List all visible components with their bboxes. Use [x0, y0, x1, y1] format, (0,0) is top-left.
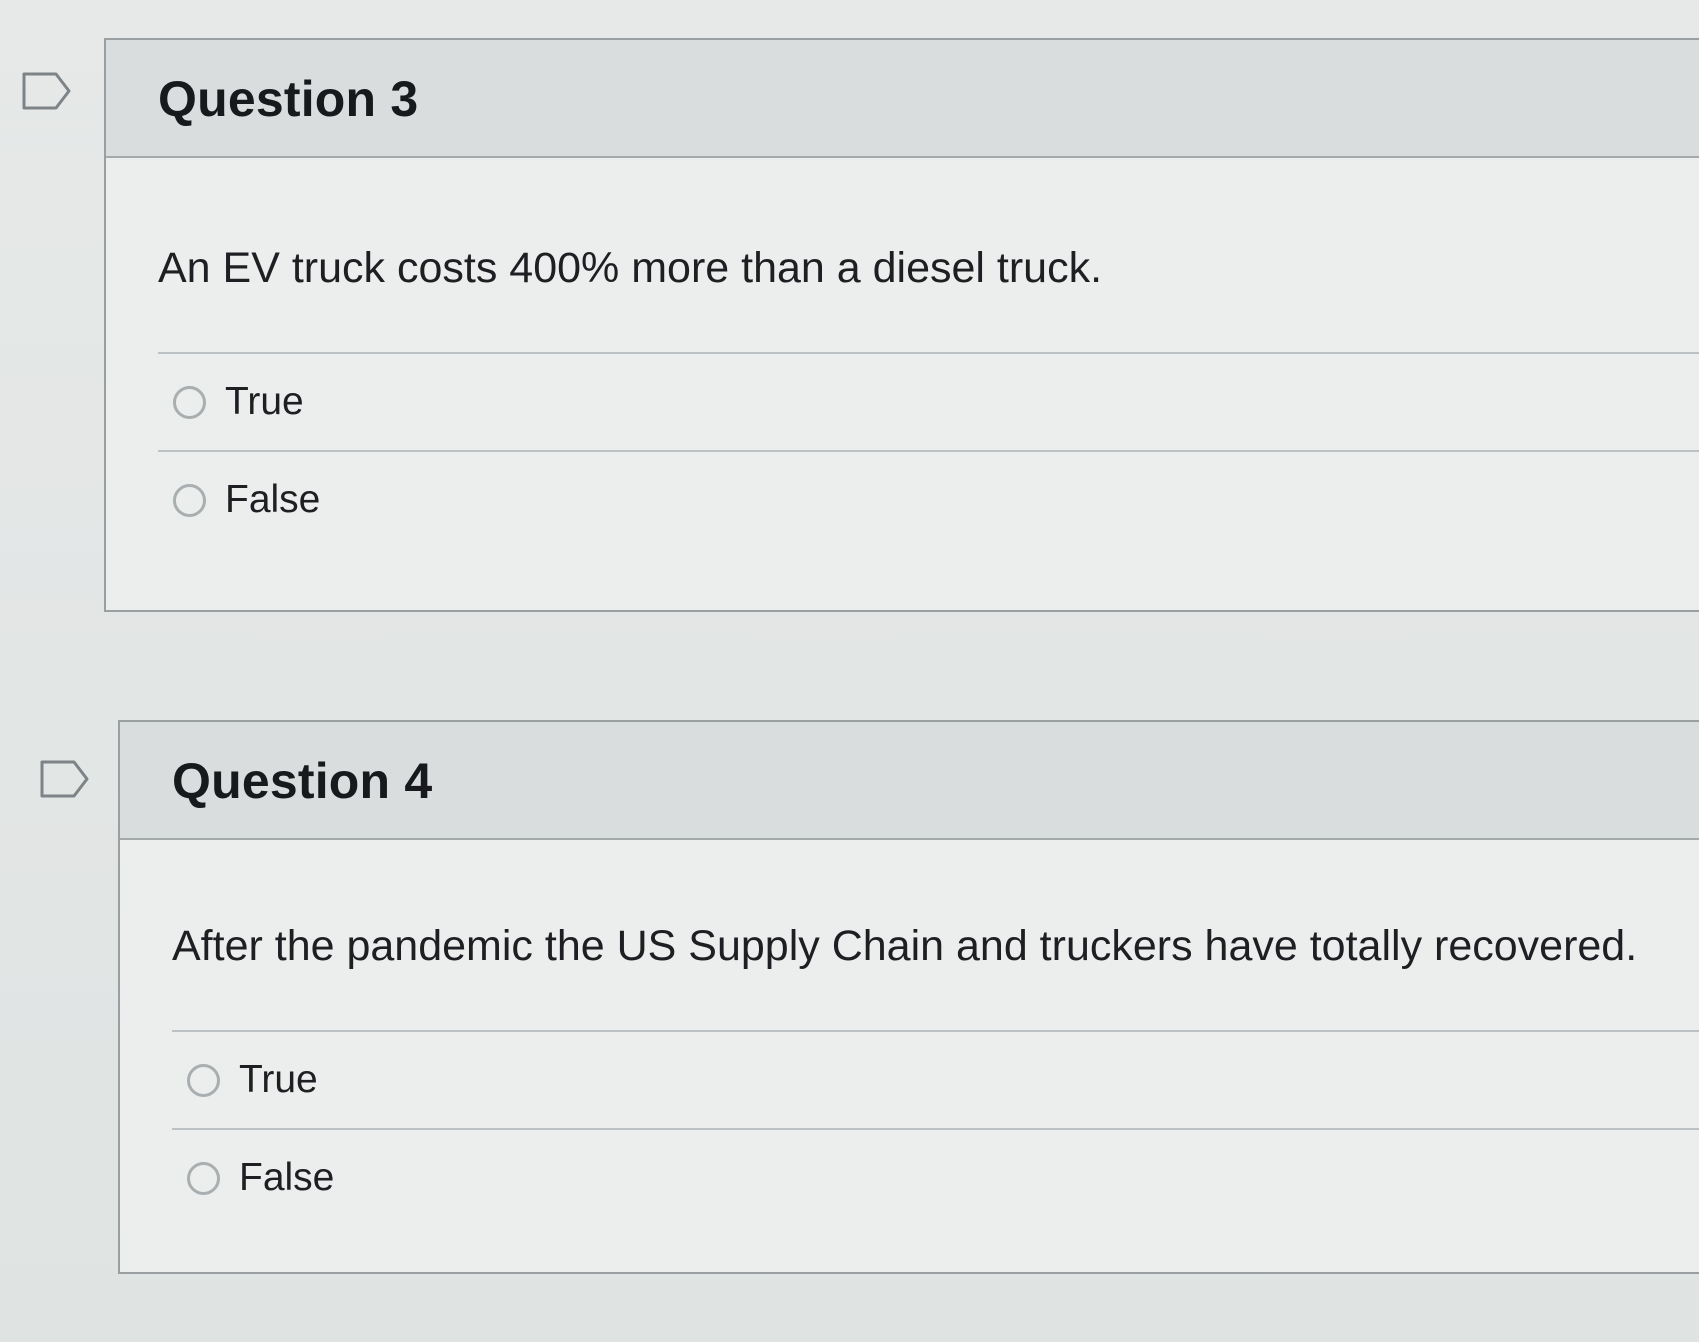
radio-button[interactable]	[187, 1161, 220, 1195]
option-label: False	[239, 1156, 335, 1199]
question-4-option-true[interactable]: True	[172, 1032, 1699, 1128]
option-label: True	[239, 1058, 318, 1101]
question-3-header: Question 3	[106, 40, 1699, 158]
radio-button[interactable]	[173, 483, 206, 517]
question-4-text: After the pandemic the US Supply Chain a…	[172, 922, 1638, 970]
option-label: True	[225, 380, 304, 423]
flag-question-4-icon[interactable]	[40, 760, 90, 798]
question-3-text: An EV truck costs 400% more than a diese…	[158, 244, 1103, 292]
radio-button[interactable]	[187, 1063, 220, 1097]
question-3-option-false[interactable]: False	[158, 452, 1699, 548]
question-4-title: Question 4	[172, 753, 433, 809]
question-3-title: Question 3	[158, 71, 419, 127]
flag-question-3-icon[interactable]	[22, 72, 72, 110]
question-3-body: An EV truck costs 400% more than a diese…	[106, 158, 1699, 548]
question-3-card: Question 3 An EV truck costs 400% more t…	[104, 38, 1699, 612]
question-4-body: After the pandemic the US Supply Chain a…	[120, 840, 1699, 1226]
question-3-option-true[interactable]: True	[158, 354, 1699, 450]
radio-button[interactable]	[173, 385, 206, 419]
question-4-option-false[interactable]: False	[172, 1130, 1699, 1226]
question-4-header: Question 4	[120, 722, 1699, 840]
question-4-card: Question 4 After the pandemic the US Sup…	[118, 720, 1699, 1274]
option-label: False	[225, 478, 321, 521]
